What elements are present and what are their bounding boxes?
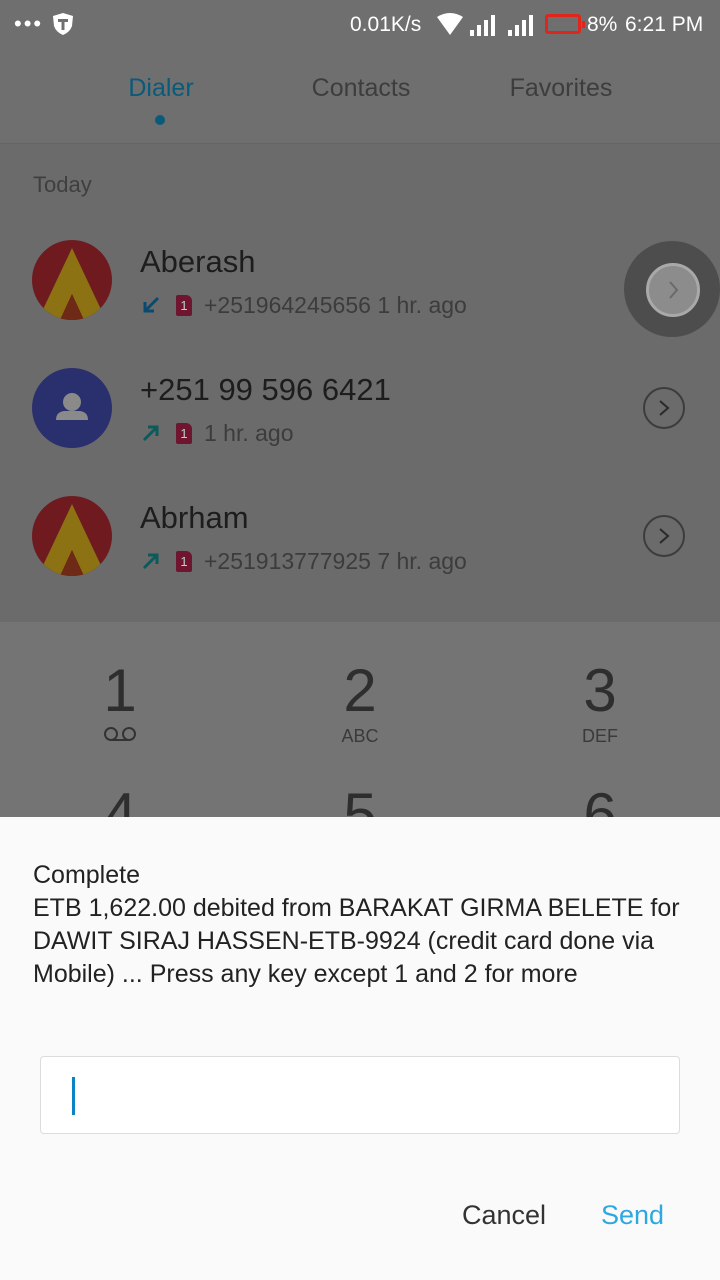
tab-favorites[interactable]: Favorites (461, 74, 661, 103)
response-input[interactable] (40, 1056, 680, 1134)
letter-a-avatar (32, 240, 112, 320)
dialpad-key-2[interactable]: 2 ABC (240, 658, 480, 747)
tab-dialer[interactable]: Dialer (61, 74, 261, 103)
key-digit: 3 (583, 657, 617, 724)
sim-icon: 1 (176, 294, 192, 316)
battery-percent: 8% (587, 13, 618, 36)
key-letters: DEF (582, 726, 618, 746)
phone-screen: ••• 0.01K/s 8% 6:21 PM Dialer Contacts F… (0, 0, 720, 1280)
contact-name: Abrham (140, 500, 249, 535)
dialpad-key-1[interactable]: 1 (0, 658, 240, 747)
dialog-message: Complete ETB 1,622.00 debited from BARAK… (33, 861, 680, 988)
section-header: Today (33, 172, 92, 197)
signal-sim2-icon (508, 15, 533, 36)
wifi-icon (437, 13, 463, 35)
call-meta: 1 +251964245656 1 hr. ago (140, 290, 467, 320)
status-bar: ••• 0.01K/s 8% 6:21 PM (0, 0, 720, 50)
contact-name: +251 99 596 6421 (140, 372, 391, 407)
shield-icon (53, 13, 73, 35)
call-log-item[interactable]: +251 99 596 6421 1 1 hr. ago (0, 368, 720, 496)
more-notifications-icon: ••• (14, 11, 44, 36)
incoming-call-icon (143, 296, 160, 313)
tab-contacts[interactable]: Contacts (261, 74, 461, 103)
network-speed: 0.01K/s (350, 13, 422, 36)
call-details-button[interactable] (643, 515, 685, 557)
sim-icon: 1 (176, 550, 192, 572)
outgoing-call-icon (142, 553, 159, 570)
dialpad: 1 2 ABC 3 DEF 4 5 6 (0, 622, 720, 848)
call-log-item[interactable]: Aberash 1 +251964245656 1 hr. ago (0, 240, 720, 368)
dialpad-key-3[interactable]: 3 DEF (480, 658, 720, 747)
call-meta: 1 1 hr. ago (140, 418, 294, 448)
voicemail-icon (104, 727, 136, 741)
chevron-right-icon (659, 400, 670, 416)
tab-bar: Dialer Contacts Favorites (0, 50, 720, 144)
chevron-right-icon (659, 528, 670, 544)
call-detail: +251964245656 1 hr. ago (204, 291, 467, 318)
key-digit: 2 (343, 657, 377, 724)
letter-a-avatar (32, 496, 112, 576)
floating-action-button[interactable] (624, 241, 720, 337)
key-digit: 1 (103, 657, 137, 724)
cancel-button[interactable]: Cancel (462, 1200, 546, 1231)
call-detail: +251913777925 7 hr. ago (204, 547, 467, 574)
call-details-button[interactable] (643, 387, 685, 429)
outgoing-call-icon (142, 425, 159, 442)
call-meta: 1 +251913777925 7 hr. ago (140, 546, 467, 576)
call-log-item[interactable]: Abrham 1 +251913777925 7 hr. ago (0, 496, 720, 624)
ussd-dialog: Complete ETB 1,622.00 debited from BARAK… (0, 817, 720, 1280)
key-letters: ABC (341, 726, 379, 746)
signal-sim1-icon (470, 15, 495, 36)
person-avatar (32, 368, 112, 448)
text-cursor (72, 1077, 75, 1115)
chevron-right-icon (669, 281, 679, 299)
sim-icon: 1 (176, 422, 192, 444)
clock: 6:21 PM (625, 13, 704, 36)
send-button[interactable]: Send (601, 1200, 664, 1231)
active-tab-indicator (155, 115, 165, 125)
floating-button-inner (646, 263, 700, 317)
contact-name: Aberash (140, 244, 256, 279)
call-detail: 1 hr. ago (204, 419, 294, 446)
battery-icon (545, 14, 585, 34)
call-log: Today Aberash 1 +251964245656 1 hr. ago (0, 144, 720, 622)
